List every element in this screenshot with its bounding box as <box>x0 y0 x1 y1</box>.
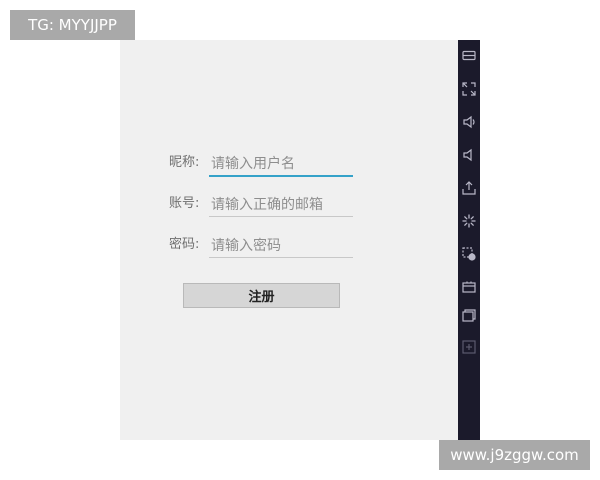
account-row: 账号: <box>120 193 458 219</box>
nickname-input[interactable] <box>209 152 353 177</box>
install-apk-icon[interactable] <box>461 180 477 196</box>
register-button[interactable]: 注册 <box>183 283 340 308</box>
account-label: 账号: <box>169 196 200 211</box>
folder-icon[interactable] <box>461 279 477 295</box>
nickname-label: 昵称: <box>169 155 200 170</box>
fullscreen-icon[interactable] <box>461 81 477 97</box>
screenshot-icon[interactable] <box>461 246 477 262</box>
password-row: 密码: <box>120 234 458 260</box>
screenshot-page: TG: MYYJJPP 昵称: 账号: 密码: 注册 <box>0 0 600 480</box>
loading-icon[interactable] <box>461 213 477 229</box>
emulator-side-toolbar <box>458 40 480 440</box>
display-icon[interactable] <box>461 48 477 64</box>
nickname-row: 昵称: <box>120 152 458 178</box>
add-icon[interactable] <box>461 339 477 355</box>
multi-window-icon[interactable] <box>461 307 477 323</box>
account-input[interactable] <box>209 193 353 217</box>
emulator-screen: 昵称: 账号: 密码: 注册 <box>120 40 458 440</box>
tag-label: TG: MYYJJPP <box>10 10 135 40</box>
password-label: 密码: <box>169 237 200 252</box>
watermark: www.j9zggw.com <box>439 440 590 470</box>
volume-up-icon[interactable] <box>461 114 477 130</box>
password-input[interactable] <box>209 234 353 258</box>
volume-down-icon[interactable] <box>461 147 477 163</box>
